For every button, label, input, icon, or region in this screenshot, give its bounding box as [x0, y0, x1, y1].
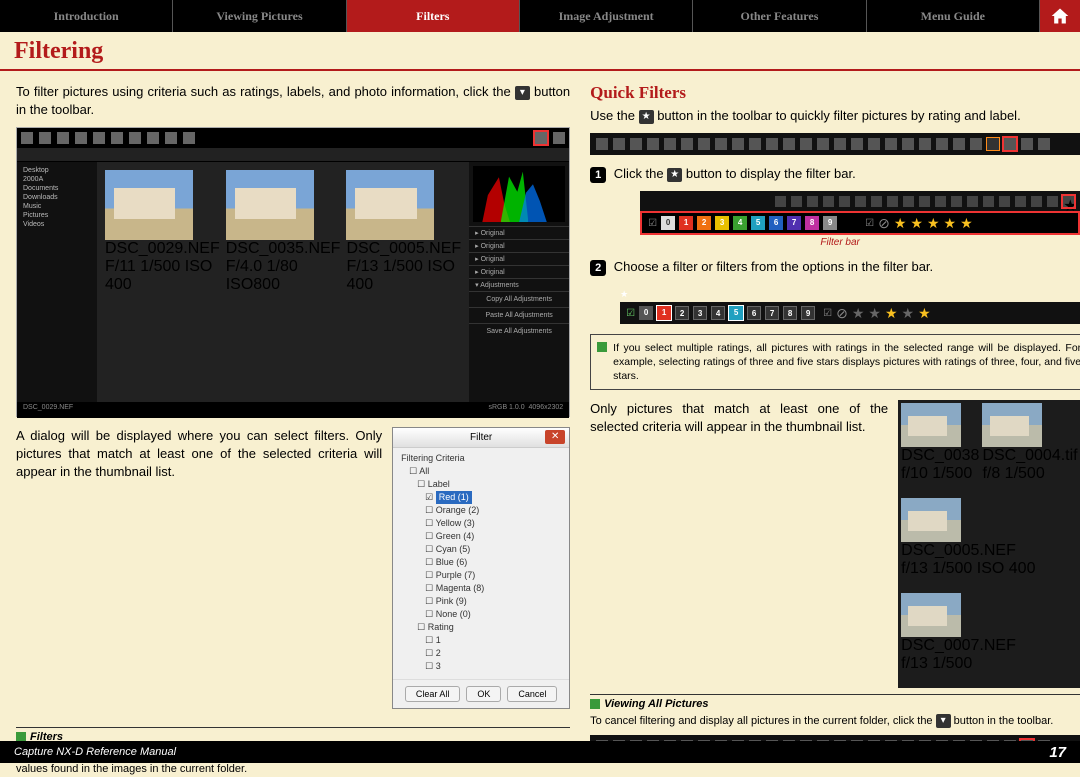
viewing-all-header: Viewing All Pictures [590, 697, 1080, 712]
star-icon-highlight: ★ [1063, 196, 1074, 207]
tab-menu-guide[interactable]: Menu Guide [867, 0, 1040, 32]
ss-folder-tree: Desktop2000ADocumentsDownloadsMusicPictu… [17, 162, 97, 402]
tab-filters[interactable]: Filters [347, 0, 520, 32]
quick-filter-button-highlight [1004, 138, 1016, 150]
star-icon-2: ★ [667, 168, 682, 182]
left-column: To filter pictures using criteria such a… [16, 83, 570, 777]
dialog-cancel-button[interactable]: Cancel [507, 686, 557, 702]
page-number: 17 [1049, 744, 1066, 761]
step-1: 1 Click the ★ button to display the filt… [590, 165, 1080, 183]
manual-title: Capture NX-D Reference Manual [14, 746, 176, 758]
tab-introduction[interactable]: Introduction [0, 0, 173, 32]
filter-icon: ▾ [515, 86, 530, 100]
dialog-group-label: Filtering Criteria [393, 448, 569, 465]
step-1-number: 1 [590, 167, 606, 183]
dialog-clear-button[interactable]: Clear All [405, 686, 461, 702]
title-rule [0, 69, 1080, 71]
ss-thumbnail-area: DSC_0029.NEFF/11 1/500 ISO 400 DSC_0035.… [97, 162, 469, 402]
intro-text: To filter pictures using criteria such a… [16, 83, 570, 119]
filter-bar-screenshot: ★ ☑ 0123456789 ☑ ⊘★★★★★ [640, 191, 1080, 235]
filter-icon-2: ▾ [936, 714, 951, 728]
quick-filters-heading: Quick Filters [590, 83, 1080, 103]
filter-dialog: Filter ✕ Filtering Criteria ☐ All ☐ Labe… [392, 427, 570, 709]
filter-bar-caption: Filter bar [590, 237, 1080, 248]
ss-toolbar [17, 128, 569, 148]
step-2: 2 Choose a filter or filters from the op… [590, 258, 1080, 276]
star-icon: ★ [639, 110, 654, 124]
filter-bar-screenshot-2: ★ ☑ 0123456789 ☑ ⊘★★★★★ [620, 284, 1080, 324]
page-footer: Capture NX-D Reference Manual 17 [0, 741, 1080, 763]
viewing-all-note: Viewing All Pictures To cancel filtering… [590, 694, 1080, 729]
dialog-ok-button[interactable]: OK [466, 686, 501, 702]
dialog-tree: ☐ All ☐ Label ☑ Red (1) ☐ Orange (2) ☐ Y… [393, 465, 569, 679]
tab-other-features[interactable]: Other Features [693, 0, 866, 32]
dialog-close-icon[interactable]: ✕ [545, 430, 565, 444]
tab-image-adjustment[interactable]: Image Adjustment [520, 0, 693, 32]
dialog-title: Filter [470, 432, 492, 443]
toolbar-screenshot-1 [590, 133, 1080, 155]
right-column: Quick Filters Use the ★ button in the to… [590, 83, 1080, 777]
dialog-titlebar: Filter ✕ [393, 428, 569, 448]
filter-button-highlight [535, 132, 547, 144]
qf-intro: Use the ★ button in the toolbar to quick… [590, 107, 1080, 125]
page-title: Filtering [0, 32, 1080, 69]
app-screenshot: Desktop2000ADocumentsDownloadsMusicPictu… [16, 127, 570, 417]
multiple-ratings-note: If you select multiple ratings, all pict… [590, 334, 1080, 390]
step-2-number: 2 [590, 260, 606, 276]
dialog-buttons: Clear All OK Cancel [393, 679, 569, 708]
home-button[interactable] [1040, 0, 1080, 32]
filtered-thumbnails: DSC_0038f/10 1/500 DSC_0004.tiff/8 1/500… [898, 400, 1080, 688]
ss-histogram-panel: ▸ Original▸ Original▸ Original▸ Original… [469, 162, 569, 402]
tab-bar: Introduction Viewing Pictures Filters Im… [0, 0, 1080, 32]
intro-text-a: To filter pictures using criteria such a… [16, 84, 515, 99]
filter-bar: ☑ 0123456789 ☑ ⊘★★★★★ [640, 211, 1080, 235]
tab-viewing-pictures[interactable]: Viewing Pictures [173, 0, 346, 32]
